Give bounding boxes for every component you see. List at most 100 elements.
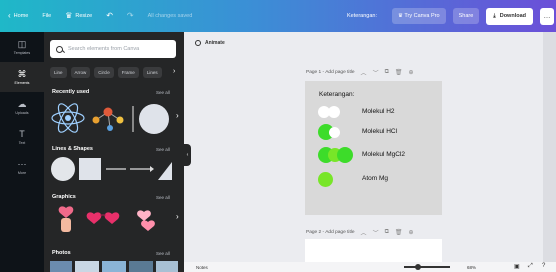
chlorine-atom bbox=[337, 147, 353, 163]
top-toolbar: ‹ Home File ♛ Resize ↶ ↷ All changes sav… bbox=[0, 0, 556, 32]
chevron-down-icon[interactable]: ﹀ bbox=[373, 68, 379, 77]
text-icon: T bbox=[19, 128, 25, 139]
page-header-1: Page 1 - Add page title ︿ ﹀ ⧉ 🗑 ⊕ bbox=[306, 68, 414, 77]
legend-title[interactable]: Keterangan: bbox=[319, 91, 354, 98]
chip-line[interactable]: Line bbox=[50, 67, 67, 78]
line-shape bbox=[132, 106, 134, 132]
file-menu[interactable]: File bbox=[42, 13, 51, 19]
graphics-thumbnails[interactable] bbox=[50, 202, 176, 236]
chevron-left-icon: ‹ bbox=[8, 11, 11, 20]
animate-button[interactable]: Animate bbox=[195, 40, 225, 46]
triangle-shape bbox=[158, 162, 172, 180]
legend-row-hcl[interactable] bbox=[318, 124, 340, 140]
rail-item-uploads[interactable]: ☁ Uploads bbox=[0, 92, 44, 122]
photo-thumbnail bbox=[129, 261, 153, 272]
add-page-icon[interactable]: ⊕ bbox=[409, 229, 414, 236]
zoom-slider[interactable] bbox=[404, 266, 450, 268]
rail-item-elements[interactable]: ⌘ Elements bbox=[0, 62, 44, 92]
photos-thumbnails[interactable] bbox=[50, 261, 178, 272]
page-title-input[interactable]: Page 2 - Add page title bbox=[306, 230, 355, 235]
templates-icon: ◫ bbox=[17, 38, 27, 49]
add-page-icon[interactable]: ⊕ bbox=[409, 69, 414, 76]
chip-lines[interactable]: Lines bbox=[142, 67, 162, 78]
chevron-right-icon[interactable]: › bbox=[176, 212, 179, 221]
canva-editor: ‹ Home File ♛ Resize ↶ ↷ All changes sav… bbox=[0, 0, 556, 272]
search-icon bbox=[56, 45, 63, 53]
legend-row-mgcl2[interactable] bbox=[318, 147, 353, 163]
chevron-up-icon[interactable]: ︿ bbox=[361, 228, 367, 237]
lines-shapes-thumbnails[interactable] bbox=[50, 156, 176, 184]
more-button[interactable]: … bbox=[540, 7, 554, 25]
rail-item-more[interactable]: ⋯ More bbox=[0, 152, 44, 182]
atom-icon bbox=[51, 103, 85, 133]
chevron-down-icon[interactable]: ﹀ bbox=[373, 228, 379, 237]
hydrogen-atom bbox=[328, 106, 340, 118]
page-header-2: Page 2 - Add page title ︿ ﹀ ⧉ 🗑 ⊕ bbox=[306, 228, 414, 237]
home-button[interactable]: ‹ Home bbox=[8, 12, 28, 20]
download-button[interactable]: ⤓ Download bbox=[486, 7, 533, 25]
panel-collapse-button[interactable]: ‹ bbox=[184, 144, 191, 166]
notes-button[interactable]: Notes bbox=[196, 265, 208, 270]
undo-button[interactable]: ↶ bbox=[106, 12, 113, 20]
rail-item-templates[interactable]: ◫ Templates bbox=[0, 32, 44, 62]
chip-circle[interactable]: Circle bbox=[94, 67, 114, 78]
chevron-up-icon[interactable]: ︿ bbox=[361, 68, 367, 77]
zoom-slider-handle[interactable] bbox=[415, 263, 421, 270]
redo-icon: ↷ bbox=[126, 11, 134, 20]
delete-page-icon[interactable]: 🗑 bbox=[395, 229, 403, 236]
page-count-icon[interactable]: ▣ bbox=[514, 263, 520, 270]
magnesium-atom bbox=[318, 172, 333, 187]
molecule-icon bbox=[92, 107, 124, 131]
see-all-graphics[interactable]: See all bbox=[156, 195, 170, 200]
see-all-lines-shapes[interactable]: See all bbox=[156, 147, 170, 152]
delete-page-icon[interactable]: 🗑 bbox=[395, 69, 403, 76]
see-all-recently-used[interactable]: See all bbox=[156, 90, 170, 95]
legend-label-h2[interactable]: Molekul H2 bbox=[362, 108, 395, 115]
uploads-icon: ☁ bbox=[17, 98, 27, 109]
duplicate-page-icon[interactable]: ⧉ bbox=[385, 229, 389, 236]
chevron-right-icon[interactable]: › bbox=[173, 68, 175, 75]
more-icon: ⋯ bbox=[17, 158, 27, 169]
photo-thumbnail bbox=[75, 261, 99, 272]
search-input[interactable]: Search elements from Canva bbox=[50, 40, 176, 58]
help-icon[interactable]: ? bbox=[542, 263, 545, 269]
section-title-photos: Photos bbox=[52, 250, 71, 256]
legend-label-mgcl2[interactable]: Molekul MgCl2 bbox=[362, 151, 405, 158]
try-pro-button[interactable]: ♛ Try Canva Pro bbox=[391, 8, 446, 24]
redo-button[interactable]: ↷ bbox=[127, 12, 134, 20]
section-title-lines-shapes: Lines & Shapes bbox=[52, 146, 93, 152]
bottom-bar: Notes 68% ▣ ⤢ ? bbox=[184, 262, 556, 272]
section-title-graphics: Graphics bbox=[52, 194, 76, 200]
page-title-input[interactable]: Page 1 - Add page title bbox=[306, 70, 355, 75]
legend-label-hcl[interactable]: Molekul HCl bbox=[362, 128, 397, 135]
hearts-icon bbox=[137, 210, 155, 231]
heart-glasses-icon bbox=[86, 212, 120, 224]
photo-thumbnail bbox=[50, 261, 72, 272]
chip-arrow[interactable]: Arrow bbox=[70, 67, 91, 78]
design-page-1[interactable]: Keterangan: Molekul H2 Molekul HCl Molek… bbox=[305, 81, 442, 215]
fullscreen-icon[interactable]: ⤢ bbox=[528, 263, 533, 270]
rail-item-text[interactable]: T Text bbox=[0, 122, 44, 152]
circle-shape bbox=[51, 157, 75, 181]
zoom-level[interactable]: 68% bbox=[467, 265, 476, 270]
see-all-photos[interactable]: See all bbox=[156, 251, 170, 256]
circle-shape bbox=[139, 104, 169, 134]
duplicate-page-icon[interactable]: ⧉ bbox=[385, 69, 389, 76]
scrollbar[interactable] bbox=[543, 32, 556, 262]
share-button[interactable]: Share bbox=[452, 8, 480, 24]
chip-frame[interactable]: Frame bbox=[117, 67, 139, 78]
recently-used-thumbnails[interactable] bbox=[50, 98, 176, 140]
download-icon: ⤓ bbox=[493, 12, 496, 19]
chevron-right-icon[interactable]: › bbox=[176, 111, 179, 120]
hydrogen-atom bbox=[329, 126, 340, 138]
section-title-recently-used: Recently used bbox=[52, 89, 90, 95]
filter-chips: Line Arrow Circle Frame Lines bbox=[50, 67, 162, 78]
elements-panel: Search elements from Canva Line Arrow Ci… bbox=[44, 32, 184, 272]
elements-icon: ⌘ bbox=[17, 68, 27, 79]
design-title[interactable]: Keterangan: bbox=[347, 13, 377, 19]
legend-label-mg[interactable]: Atom Mg bbox=[362, 175, 388, 182]
legend-row-mg[interactable] bbox=[318, 172, 333, 187]
resize-button[interactable]: ♛ Resize bbox=[65, 12, 92, 20]
legend-row-h2[interactable] bbox=[318, 106, 340, 118]
animate-icon bbox=[195, 40, 201, 46]
